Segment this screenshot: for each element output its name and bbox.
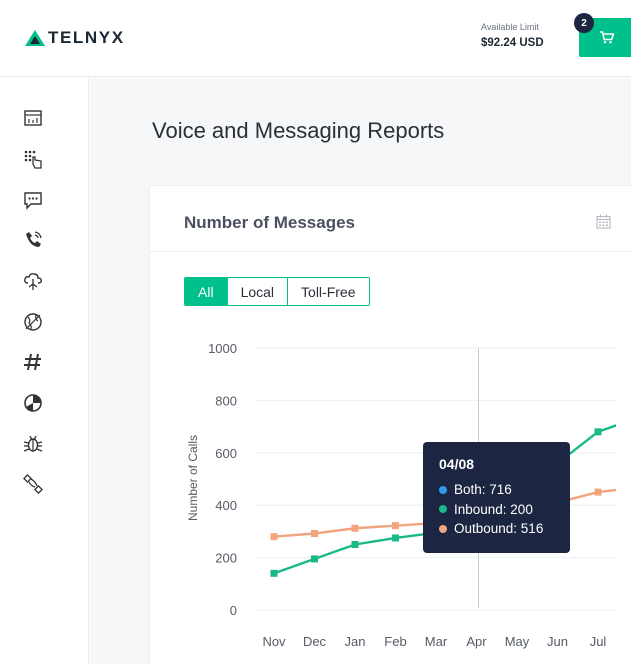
main-content: Voice and Messaging Reports Number of Me… <box>90 78 631 664</box>
y-tick-label: 400 <box>215 498 237 513</box>
outbound-legend-dot <box>439 524 447 533</box>
outbound-data-point[interactable] <box>270 533 278 541</box>
inbound-data-point[interactable] <box>270 569 278 577</box>
x-tick-label: Nov <box>262 634 286 649</box>
dashboard-icon[interactable] <box>23 108 43 128</box>
x-tick-label: May <box>505 634 530 649</box>
telnyx-logo-icon <box>25 30 45 46</box>
filter-local-button[interactable]: Local <box>227 278 289 305</box>
inbound-data-point[interactable] <box>594 428 602 436</box>
card-title: Number of Messages <box>184 213 355 232</box>
y-tick-label: 1000 <box>208 341 237 356</box>
tooltip-row-outbound: Outbound: 516 <box>439 519 570 539</box>
outbound-data-point[interactable] <box>311 529 318 537</box>
outbound-data-point[interactable] <box>351 524 359 532</box>
phone-call-icon[interactable] <box>23 230 43 250</box>
inbound-data-point[interactable] <box>392 534 399 542</box>
pie-chart-icon[interactable] <box>23 393 43 413</box>
y-tick-label: 0 <box>230 603 237 618</box>
dialpad-touch-icon[interactable] <box>23 149 43 169</box>
outbound-data-point[interactable] <box>392 522 399 530</box>
x-tick-label: Jul <box>590 634 607 649</box>
y-tick-label: 200 <box>215 551 237 566</box>
calendar-icon[interactable] <box>596 214 611 229</box>
y-tick-label: 600 <box>215 446 237 461</box>
y-tick-label: 800 <box>215 393 237 408</box>
globe-icon[interactable] <box>23 312 43 332</box>
inbound-data-point[interactable] <box>351 541 359 548</box>
page-title: Voice and Messaging Reports <box>152 118 445 143</box>
tooltip-inbound-label: Inbound: 200 <box>454 501 533 517</box>
bug-icon[interactable] <box>23 434 43 454</box>
both-legend-dot <box>439 485 447 494</box>
tooltip-date: 04/08 <box>439 456 475 472</box>
chart-tooltip: 04/08 Both: 716 Inbound: 200 Outbound: 5… <box>423 442 570 553</box>
limit-label: Available Limit <box>481 22 539 32</box>
message-icon[interactable] <box>23 190 43 210</box>
filter-toll-free-button[interactable]: Toll-Free <box>288 278 369 305</box>
integrations-icon[interactable] <box>23 474 43 494</box>
sidebar <box>0 77 89 664</box>
x-tick-label: Feb <box>384 634 406 649</box>
brand-name: TELNYX <box>48 28 125 47</box>
tooltip-row-inbound: Inbound: 200 <box>439 500 570 520</box>
available-limit: Available Limit $92.24 USD <box>481 22 544 49</box>
x-tick-label: Mar <box>425 634 448 649</box>
cloud-network-icon[interactable] <box>23 271 43 291</box>
filter-segmented-control: All Local Toll-Free <box>184 277 370 306</box>
inbound-legend-dot <box>439 505 447 514</box>
tooltip-outbound-label: Outbound: 516 <box>454 521 544 537</box>
tooltip-both-label: Both: 716 <box>454 482 512 498</box>
inbound-data-point[interactable] <box>311 555 318 563</box>
messages-card: Number of Messages All Local Toll-Free <box>149 185 631 664</box>
y-axis-title: Number of Calls <box>186 435 200 521</box>
cart-count-badge: 2 <box>574 13 594 33</box>
x-tick-label: Jun <box>547 634 568 649</box>
cart-icon <box>600 31 614 44</box>
telnyx-logo[interactable]: TELNYX <box>24 28 125 48</box>
top-bar: TELNYX Available Limit $92.24 USD 2 <box>0 0 631 77</box>
hashtag-icon[interactable] <box>23 352 43 372</box>
filter-all-button[interactable]: All <box>185 278 228 305</box>
x-tick-label: Dec <box>303 634 327 649</box>
tooltip-row-both: Both: 716 <box>439 480 570 500</box>
card-header: Number of Messages <box>150 186 631 252</box>
limit-value: $92.24 USD <box>481 37 544 49</box>
x-tick-label: Apr <box>466 634 487 649</box>
outbound-data-point[interactable] <box>594 488 602 496</box>
x-tick-label: Jan <box>345 634 366 649</box>
